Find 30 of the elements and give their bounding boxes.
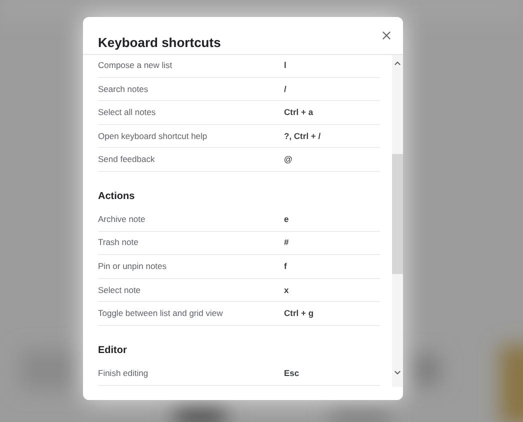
- shortcut-action: Select all notes: [98, 106, 157, 119]
- section-heading: Actions: [98, 190, 135, 204]
- shortcut-action: Pin or unpin notes: [98, 260, 168, 273]
- scroll-down-icon[interactable]: [394, 370, 401, 375]
- shortcut-keys: x: [284, 284, 289, 296]
- section-heading: Editor: [98, 344, 127, 358]
- shortcut-action: Select note: [98, 284, 142, 296]
- shortcut-action: Trash note: [98, 236, 140, 250]
- shortcut-action: Finish editing: [98, 366, 150, 380]
- shortcut-keys: #: [284, 236, 289, 250]
- shortcut-keys: ?, Ctrl + /: [284, 130, 321, 142]
- scrollbar-thumb[interactable]: [392, 154, 403, 274]
- shortcut-keys: Esc: [284, 366, 300, 380]
- shortcut-keys: e: [284, 212, 289, 226]
- shortcut-action: Search notes: [98, 82, 150, 96]
- shortcut-action: Compose a new list: [98, 58, 174, 72]
- shortcut-action: Send feedback: [98, 153, 156, 166]
- shortcut-keys: Ctrl + a: [284, 106, 314, 119]
- scroll-up-icon[interactable]: [394, 61, 401, 66]
- shortcut-action: Toggle between list and grid view: [98, 307, 224, 320]
- close-icon[interactable]: [382, 31, 391, 40]
- shortcut-keys: /: [284, 82, 286, 96]
- dialog-title: Keyboard shortcuts: [98, 34, 221, 52]
- scrollbar[interactable]: [392, 55, 403, 387]
- shortcut-keys: Ctrl + g: [284, 307, 314, 320]
- shortcut-keys: l: [284, 58, 286, 72]
- shortcut-action: Archive note: [98, 212, 146, 226]
- shortcut-keys: @: [284, 153, 292, 166]
- shortcut-keys: f: [284, 260, 287, 273]
- shortcut-action: Open keyboard shortcut help: [98, 130, 208, 142]
